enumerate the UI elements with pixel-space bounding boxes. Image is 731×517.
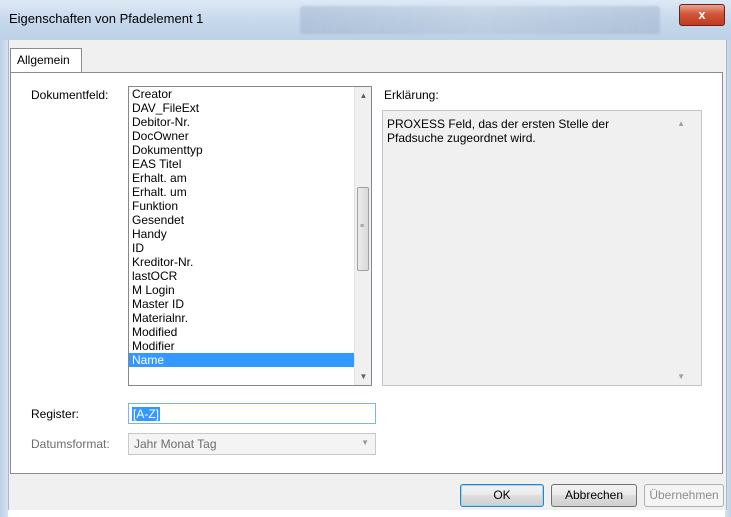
list-item[interactable]: Erhalt. am <box>129 171 355 185</box>
tab-allgemein[interactable]: Allgemein <box>10 48 82 72</box>
dokumentfeld-listbox[interactable]: Creator DAV_FileExt Debitor-Nr. DocOwner Dok… <box>128 86 372 386</box>
list-item[interactable]: ID <box>129 241 355 255</box>
apply-button[interactable]: Übernehmen <box>644 484 724 507</box>
explanation-line-1: PROXESS Feld, das der ersten Stelle der <box>387 117 610 131</box>
register-value: [A-Z] <box>132 407 160 421</box>
list-item[interactable]: Erhalt. um <box>129 185 355 199</box>
list-item[interactable]: DAV_FileExt <box>129 101 355 115</box>
ok-button[interactable]: OK <box>460 484 544 507</box>
window-title: Eigenschaften von Pfadelement 1 <box>9 11 204 26</box>
background-window-title-blur <box>300 6 660 34</box>
list-item[interactable]: Handy <box>129 227 355 241</box>
close-button[interactable]: x <box>679 4 725 26</box>
register-label: Register: <box>31 407 80 421</box>
explanation-scroll-down-icon[interactable]: ▼ <box>677 372 685 381</box>
listbox-scrollbar[interactable]: ▲ ≡ ▼ <box>354 87 371 385</box>
grip-icon: ≡ <box>360 223 365 230</box>
datumsformat-value: Jahr Monat Tag <box>134 437 217 451</box>
list-item[interactable]: Master ID <box>129 297 355 311</box>
explanation-text: PROXESS Feld, das der ersten Stelle der … <box>387 117 667 145</box>
datumsformat-label: Datumsformat: <box>31 437 110 451</box>
scroll-down-arrow-icon[interactable]: ▼ <box>355 368 371 385</box>
listbox-items: Creator DAV_FileExt Debitor-Nr. DocOwner Dok… <box>129 87 355 367</box>
list-item[interactable]: DocOwner <box>129 129 355 143</box>
list-item[interactable]: Kreditor-Nr. <box>129 255 355 269</box>
window-left-border <box>0 40 8 517</box>
list-item[interactable]: EAS Titel <box>129 157 355 171</box>
list-item[interactable]: Creator <box>129 87 355 101</box>
explanation-box[interactable]: PROXESS Feld, das der ersten Stelle der … <box>382 110 702 386</box>
list-item[interactable]: Gesendet <box>129 213 355 227</box>
list-item[interactable]: Dokumenttyp <box>129 143 355 157</box>
datumsformat-select[interactable]: Jahr Monat Tag ▼ <box>128 433 376 455</box>
list-item[interactable]: lastOCR <box>129 269 355 283</box>
list-item[interactable]: Funktion <box>129 199 355 213</box>
cancel-button[interactable]: Abbrechen <box>551 484 637 507</box>
list-item[interactable]: M Login <box>129 283 355 297</box>
explanation-scroll-up-icon[interactable]: ▲ <box>677 119 685 128</box>
dokumentfeld-label: Dokumentfeld: <box>31 88 109 102</box>
scroll-thumb[interactable]: ≡ <box>357 187 369 271</box>
list-item[interactable]: Materialnr. <box>129 311 355 325</box>
title-bar: Eigenschaften von Pfadelement 1 x <box>0 0 731 40</box>
list-item[interactable]: Modifier <box>129 339 355 353</box>
erklaerung-label: Erklärung: <box>384 88 439 102</box>
scroll-up-arrow-icon[interactable]: ▲ <box>355 87 371 104</box>
chevron-down-icon: ▼ <box>361 438 369 447</box>
register-input[interactable]: [A-Z] <box>128 403 376 424</box>
explanation-line-2: Pfadsuche zugeordnet wird. <box>387 131 536 145</box>
list-item[interactable]: Name <box>129 353 355 367</box>
list-item[interactable]: Debitor-Nr. <box>129 115 355 129</box>
list-item[interactable]: Modified <box>129 325 355 339</box>
